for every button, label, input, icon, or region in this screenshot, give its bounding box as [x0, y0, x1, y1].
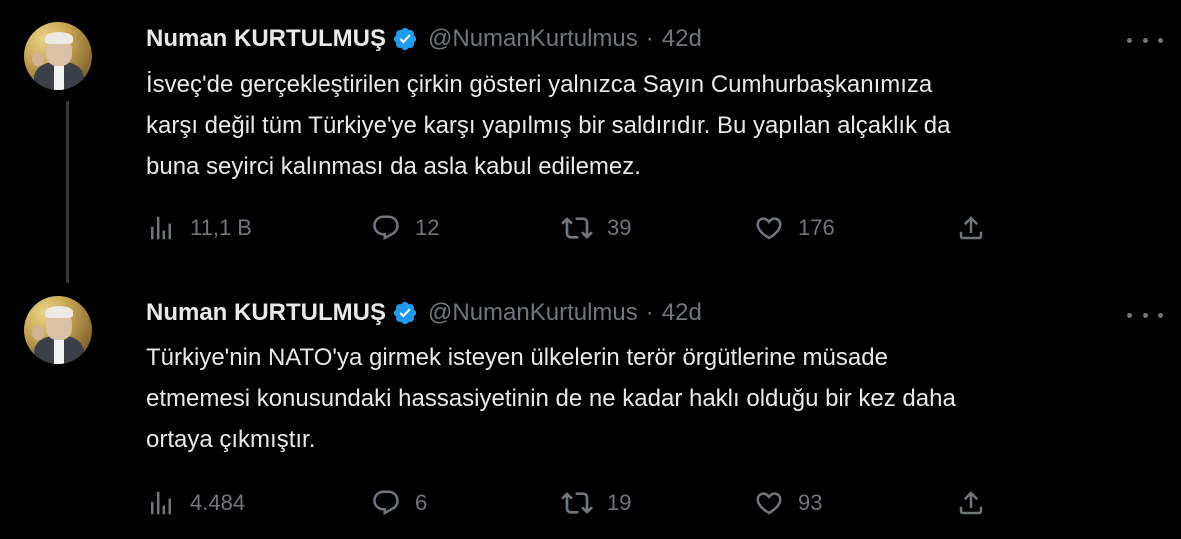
more-dot: [1158, 37, 1163, 43]
more-dot: [1127, 312, 1132, 318]
retweet-button[interactable]: 39: [561, 210, 631, 246]
avatar[interactable]: [24, 22, 92, 90]
tweet-header: Numan KURTULMUŞ @NumanKurtulmus · 42d: [146, 24, 702, 54]
author-name[interactable]: Numan KURTULMUŞ: [146, 299, 386, 327]
tweet-timestamp[interactable]: 42d: [662, 299, 702, 327]
reply-count: 6: [415, 490, 428, 515]
analytics-icon: [151, 216, 171, 240]
reply-button[interactable]: 6: [371, 485, 427, 521]
tweet-timestamp[interactable]: 42d: [662, 25, 702, 53]
like-count: 176: [798, 215, 835, 240]
verified-badge-icon[interactable]: [392, 300, 418, 326]
more-dot: [1158, 312, 1163, 318]
thread-connector-line: [66, 101, 69, 283]
retweet-icon: [561, 217, 593, 239]
retweet-count: 19: [607, 490, 632, 515]
verified-badge-icon[interactable]: [392, 26, 418, 52]
avatar-shirt: [54, 64, 64, 90]
share-button[interactable]: [956, 210, 986, 246]
views-button[interactable]: 11,1 B: [146, 210, 252, 246]
tweet-text-line: etmemesi konusundaki hassasiyetinin de n…: [146, 385, 956, 412]
avatar-hand: [32, 52, 44, 66]
reply-icon: [373, 490, 399, 516]
views-count: 4.484: [190, 490, 246, 515]
heart-icon: [756, 217, 782, 240]
more-options-icon[interactable]: [1127, 30, 1163, 50]
avatar[interactable]: [24, 296, 92, 364]
tweet-text-line: İsveç'de gerçekleştirilen çirkin gösteri…: [146, 71, 933, 98]
avatar-shirt: [54, 338, 64, 364]
more-dot: [1142, 312, 1148, 318]
retweet-button[interactable]: 19: [561, 485, 631, 521]
views-count: 11,1 B: [190, 215, 252, 240]
tweet[interactable]: Numan KURTULMUŞ @NumanKurtulmus · 42d İs…: [0, 0, 1181, 283]
separator-dot: ·: [645, 25, 654, 52]
heart-icon: [756, 492, 782, 515]
tweet-header: Numan KURTULMUŞ @NumanKurtulmus · 42d: [146, 298, 702, 328]
tweet-actions: 11,1 B 12 39 176: [146, 210, 1006, 246]
tweet[interactable]: Numan KURTULMUŞ @NumanKurtulmus · 42d Tü…: [0, 275, 1181, 539]
tweet-text-line: Türkiye'nin NATO'ya girmek isteyen ülkel…: [146, 344, 888, 371]
like-button[interactable]: 176: [754, 210, 835, 246]
reply-icon: [373, 215, 399, 241]
tweet-actions: 4.484 6 19 93: [146, 485, 1006, 521]
tweet-text-line: buna seyirci kalınması da asla kabul edi…: [146, 153, 641, 180]
more-dot: [1142, 37, 1148, 43]
retweet-count: 39: [607, 215, 632, 240]
author-name[interactable]: Numan KURTULMUŞ: [146, 25, 386, 53]
author-handle[interactable]: @NumanKurtulmus: [428, 299, 638, 327]
views-button[interactable]: 4.484: [146, 485, 245, 521]
tweet-text: İsveç'de gerçekleştirilen çirkin gösteri…: [146, 64, 1156, 187]
share-button[interactable]: [956, 485, 986, 521]
separator-dot: ·: [645, 299, 654, 326]
reply-count: 12: [415, 215, 440, 240]
like-button[interactable]: 93: [754, 485, 822, 521]
analytics-icon: [151, 491, 171, 515]
like-count: 93: [798, 490, 823, 515]
share-icon: [959, 216, 983, 240]
avatar-hair: [45, 32, 73, 44]
more-dot: [1127, 37, 1132, 43]
tweet-text-line: karşı değil tüm Türkiye'ye karşı yapılmı…: [146, 112, 951, 139]
more-options-icon[interactable]: [1127, 305, 1163, 325]
reply-button[interactable]: 12: [371, 210, 439, 246]
tweet-text: Türkiye'nin NATO'ya girmek isteyen ülkel…: [146, 337, 1156, 460]
avatar-hair: [45, 306, 73, 318]
retweet-icon: [561, 492, 593, 514]
tweet-text-line: ortaya çıkmıştır.: [146, 426, 316, 453]
share-icon: [959, 491, 983, 515]
avatar-hand: [32, 326, 44, 340]
author-handle[interactable]: @NumanKurtulmus: [428, 25, 638, 53]
